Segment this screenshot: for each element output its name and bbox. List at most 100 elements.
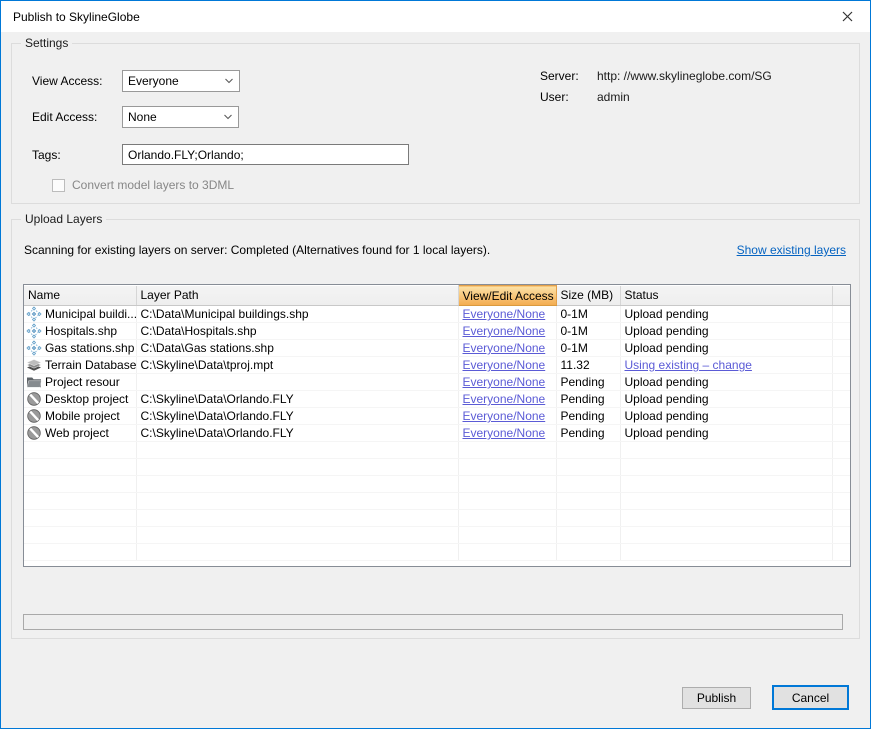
table-row[interactable]: Project resour Everyone/None Pending Upl…	[24, 374, 851, 391]
folder-icon	[26, 374, 42, 390]
layer-size: 0-1M	[556, 340, 620, 357]
layer-size: Pending	[556, 391, 620, 408]
empty-row	[24, 544, 851, 561]
table-row[interactable]: Hospitals.shp C:\Data\Hospitals.shp Ever…	[24, 323, 851, 340]
layer-size: 0-1M	[556, 323, 620, 340]
title-bar: Publish to SkylineGlobe	[1, 1, 870, 32]
access-link[interactable]: Everyone/None	[463, 409, 546, 423]
checkbox-box[interactable]	[52, 179, 65, 192]
layer-status: Upload pending	[620, 374, 832, 391]
server-info: Server: http: //www.skylineglobe.com/SG …	[540, 69, 772, 111]
layer-path: C:\Skyline\Data\Orlando.FLY	[136, 391, 458, 408]
edit-access-dropdown[interactable]: None	[122, 106, 239, 128]
layer-status: Upload pending	[620, 323, 832, 340]
column-header-spacer	[832, 286, 851, 306]
layer-path: C:\Data\Gas stations.shp	[136, 340, 458, 357]
upload-progress-bar	[23, 614, 843, 630]
convert-3dml-checkbox[interactable]: Convert model layers to 3DML	[52, 178, 234, 192]
layer-size: Pending	[556, 425, 620, 442]
upload-layers-group-label: Upload Layers	[21, 212, 106, 226]
cancel-button-label: Cancel	[792, 691, 829, 705]
layer-size: 11.32	[556, 357, 620, 374]
layer-status: Upload pending	[620, 425, 832, 442]
layer-path: C:\Skyline\Data\Orlando.FLY	[136, 425, 458, 442]
cancel-button[interactable]: Cancel	[772, 685, 849, 710]
upload-layers-group: Upload Layers Scanning for existing laye…	[11, 219, 860, 639]
layer-path: C:\Data\Hospitals.shp	[136, 323, 458, 340]
settings-group-label: Settings	[21, 36, 72, 50]
layer-size: Pending	[556, 374, 620, 391]
access-link[interactable]: Everyone/None	[463, 307, 546, 321]
table-row[interactable]: Municipal buildi... C:\Data\Municipal bu…	[24, 306, 851, 323]
user-label: User:	[540, 90, 597, 104]
tags-value: Orlando.FLY;Orlando;	[128, 148, 244, 162]
layer-name: Mobile project	[45, 409, 120, 423]
layer-name: Desktop project	[45, 392, 128, 406]
settings-group: Settings View Access: Everyone Edit Acce…	[11, 43, 860, 204]
table-header-row: Name Layer Path View/Edit Access Size (M…	[24, 286, 851, 306]
edit-access-value: None	[128, 110, 157, 124]
column-header-size[interactable]: Size (MB)	[556, 286, 620, 306]
column-header-view-edit-access[interactable]: View/Edit Access	[458, 286, 556, 306]
project-sphere-icon	[26, 408, 42, 424]
column-header-layer-path[interactable]: Layer Path	[136, 286, 458, 306]
layer-path	[136, 374, 458, 391]
layer-status: Upload pending	[620, 408, 832, 425]
table-row[interactable]: Desktop project C:\Skyline\Data\Orlando.…	[24, 391, 851, 408]
layer-name: Terrain Database	[45, 358, 136, 372]
layer-path: C:\Skyline\Data\Orlando.FLY	[136, 408, 458, 425]
layer-status: Upload pending	[620, 306, 832, 323]
window-title: Publish to SkylineGlobe	[13, 10, 140, 24]
layer-status: Upload pending	[620, 340, 832, 357]
access-link[interactable]: Everyone/None	[463, 341, 546, 355]
project-sphere-icon	[26, 425, 42, 441]
publish-dialog: { "window": { "title": "Publish to Skyli…	[0, 0, 871, 729]
feature-layer-icon	[26, 306, 42, 322]
edit-access-label: Edit Access:	[32, 110, 97, 124]
empty-row	[24, 459, 851, 476]
column-header-status[interactable]: Status	[620, 286, 832, 306]
view-access-value: Everyone	[128, 74, 179, 88]
view-access-dropdown[interactable]: Everyone	[122, 70, 240, 92]
feature-layer-icon	[26, 323, 42, 339]
table-row[interactable]: Web project C:\Skyline\Data\Orlando.FLY …	[24, 425, 851, 442]
layer-name: Web project	[45, 426, 109, 440]
empty-row	[24, 476, 851, 493]
tags-label: Tags:	[32, 148, 61, 162]
scan-status-text: Scanning for existing layers on server: …	[24, 243, 490, 257]
access-link[interactable]: Everyone/None	[463, 426, 546, 440]
access-link[interactable]: Everyone/None	[463, 375, 546, 389]
layer-name: Gas stations.shp	[45, 341, 134, 355]
show-existing-layers-link[interactable]: Show existing layers	[737, 243, 846, 257]
chevron-down-icon	[225, 77, 233, 85]
empty-row	[24, 510, 851, 527]
user-value: admin	[597, 90, 630, 104]
layer-size: Pending	[556, 408, 620, 425]
project-sphere-icon	[26, 391, 42, 407]
empty-row	[24, 493, 851, 510]
close-icon[interactable]	[825, 1, 870, 32]
layer-name: Hospitals.shp	[45, 324, 117, 338]
empty-row	[24, 442, 851, 459]
terrain-layers-icon	[26, 357, 42, 373]
server-label: Server:	[540, 69, 597, 83]
table-row[interactable]: Terrain Database C:\Skyline\Data\tproj.m…	[24, 357, 851, 374]
publish-button[interactable]: Publish	[682, 687, 751, 709]
using-existing-change-link[interactable]: Using existing – change	[625, 358, 752, 372]
column-header-name[interactable]: Name	[24, 286, 136, 306]
convert-3dml-label: Convert model layers to 3DML	[72, 178, 234, 192]
feature-layer-icon	[26, 340, 42, 356]
chevron-down-icon	[224, 113, 232, 121]
view-access-label: View Access:	[32, 74, 102, 88]
tags-input[interactable]: Orlando.FLY;Orlando;	[122, 144, 409, 165]
access-link[interactable]: Everyone/None	[463, 392, 546, 406]
publish-button-label: Publish	[697, 691, 736, 705]
layer-name: Project resour	[45, 375, 120, 389]
access-link[interactable]: Everyone/None	[463, 358, 546, 372]
table-row[interactable]: Gas stations.shp C:\Data\Gas stations.sh…	[24, 340, 851, 357]
empty-row	[24, 527, 851, 544]
layer-size: 0-1M	[556, 306, 620, 323]
table-row[interactable]: Mobile project C:\Skyline\Data\Orlando.F…	[24, 408, 851, 425]
layer-status: Upload pending	[620, 391, 832, 408]
access-link[interactable]: Everyone/None	[463, 324, 546, 338]
